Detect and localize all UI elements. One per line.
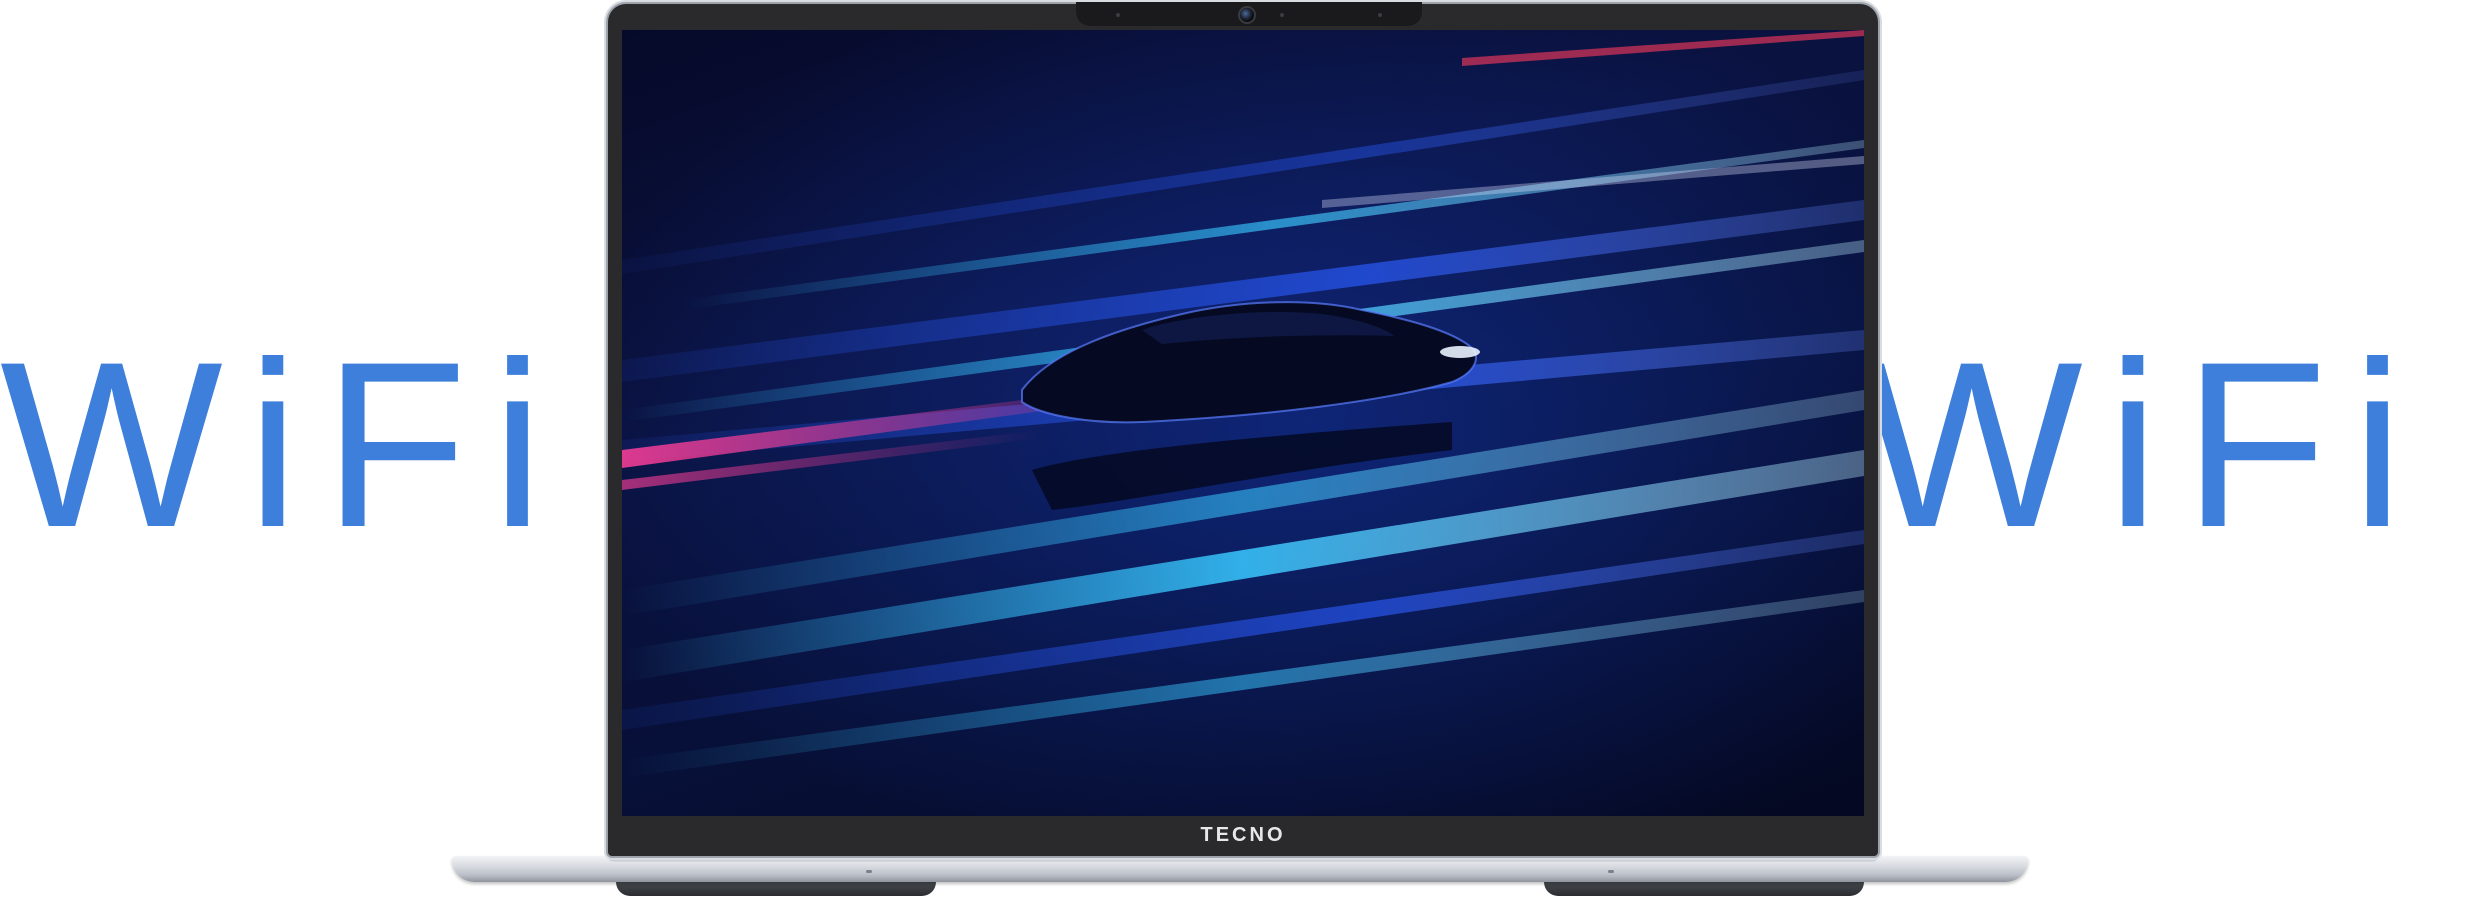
sensor-dot — [1280, 13, 1284, 17]
product-banner: WiFi 6 WiFi 6 — [0, 0, 2480, 898]
brand-logo: TECNO — [1200, 824, 1286, 846]
laptop-screen — [622, 30, 1864, 816]
laptop-foot-left — [616, 880, 936, 896]
base-hinge-lip — [608, 856, 1878, 862]
laptop-lid: TECNO — [608, 2, 1878, 856]
wifi6-headline-right: WiFi 6 — [1860, 313, 2480, 577]
mic-hole — [1378, 13, 1382, 17]
camera-notch — [1076, 2, 1422, 26]
laptop-base — [452, 856, 2028, 882]
laptop-foot-right — [1544, 880, 1864, 896]
webcam-icon — [1240, 8, 1254, 22]
speeding-car-wallpaper — [622, 30, 1864, 816]
mic-hole — [1116, 13, 1120, 17]
base-vent-slot — [866, 870, 872, 873]
base-vent-slot — [1608, 870, 1614, 873]
